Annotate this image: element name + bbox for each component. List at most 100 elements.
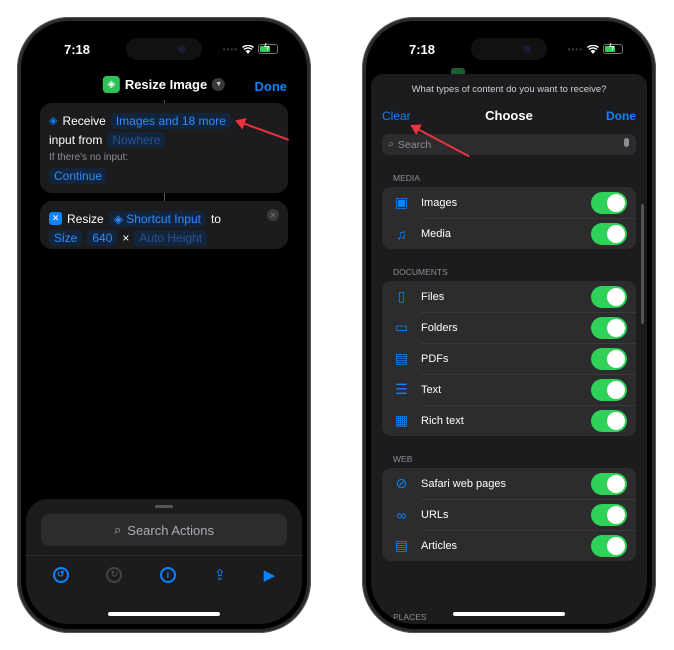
search-icon: ⌕ [388, 138, 394, 150]
toggle-switch[interactable] [591, 503, 627, 526]
toggle-switch[interactable] [591, 409, 627, 432]
list-item: ⊘ Safari web pages [382, 468, 636, 499]
list-item: ∞ URLs [382, 499, 636, 530]
list-item: ▭ Folders [382, 312, 636, 343]
item-label: Safari web pages [421, 477, 506, 490]
text-icon: ☰ [395, 381, 408, 397]
phone-right: 7:18 •••• ϟ What types of content do you… [362, 17, 656, 633]
section-title-web: WEB [393, 454, 413, 464]
file-icon: ▯ [397, 288, 406, 304]
toggle-switch[interactable] [591, 191, 627, 214]
scrollbar[interactable] [641, 204, 644, 324]
item-label: Text [421, 383, 442, 396]
pdf-icon: ▤ [394, 350, 409, 366]
folder-icon: ▭ [394, 319, 409, 335]
actions-sheet: ⌕ Search Actions ↺ ↻ i ⇪ ▶ [26, 499, 302, 624]
height-token[interactable]: Auto Height [134, 229, 208, 246]
search-actions-field[interactable]: ⌕ Search Actions [41, 514, 287, 546]
shortcut-title-menu[interactable]: ◈ Resize Image ▼ [102, 76, 226, 93]
section-group: ▯ Files ▭ Folders ▤ PDFs ☰ Text ▦ Rich t… [382, 281, 636, 436]
toggle-switch[interactable] [591, 534, 627, 557]
item-label: URLs [421, 508, 449, 521]
list-item: ☰ Text [382, 374, 636, 405]
wifi-icon [587, 44, 599, 54]
status-time: 7:18 [409, 42, 436, 57]
editor-toolbar: ↺ ↻ i ⇪ ▶ [26, 555, 302, 593]
toggle-switch[interactable] [591, 378, 627, 401]
sheet-grabber[interactable] [155, 505, 173, 508]
done-button[interactable]: Done [606, 109, 636, 123]
input-from-label: input from [49, 132, 103, 147]
home-indicator [108, 612, 220, 616]
input-token[interactable]: ◈ Shortcut Input [108, 210, 206, 227]
home-indicator [453, 612, 565, 616]
section-title-media: MEDIA [393, 173, 420, 183]
compass-icon: ⊘ [395, 475, 408, 491]
resize-icon: ✕ [49, 212, 62, 225]
undo-icon: ↺ [52, 566, 69, 583]
photo-icon: ▣ [394, 194, 409, 210]
remove-action-button[interactable]: ✕ [267, 209, 279, 221]
wifi-icon [242, 44, 254, 54]
toggle-switch[interactable] [591, 347, 627, 370]
shortcut-app-icon: ◈ [102, 76, 120, 93]
source-token[interactable]: Nowhere [107, 131, 166, 148]
search-field[interactable]: ⌕ Search [382, 134, 636, 155]
resize-label: Resize [67, 211, 104, 226]
share-icon: ⇪ [213, 566, 227, 584]
list-item: ▯ Files [382, 281, 636, 312]
item-label: Files [421, 290, 445, 303]
to-label: to [210, 211, 221, 226]
content-types-screen: 7:18 •••• ϟ What types of content do you… [371, 26, 647, 624]
share-button[interactable]: ⇪ [213, 566, 226, 584]
battery-icon: ϟ [258, 42, 278, 54]
content-types-token[interactable]: Images and 18 more [110, 112, 231, 129]
status-bar: 7:18 •••• ϟ [371, 26, 647, 66]
toggle-switch[interactable] [591, 285, 627, 308]
info-button[interactable]: i [159, 566, 176, 583]
done-button[interactable]: Done [255, 79, 288, 94]
shortcut-editor-screen: 7:18 •••• ϟ ◈ Resize Image ▼ Done ◈ Rece… [26, 26, 302, 624]
redo-icon: ↻ [106, 566, 123, 583]
layers-icon: ◈ [113, 211, 127, 226]
toggle-switch[interactable] [591, 316, 627, 339]
section-group: ▣ Images ♫ Media [382, 187, 636, 249]
phone-left: 7:18 •••• ϟ ◈ Resize Image ▼ Done ◈ Rece… [17, 17, 311, 633]
sheet-question: What types of content do you want to rec… [411, 84, 607, 95]
dynamic-island [126, 38, 202, 60]
status-bar: 7:18 •••• ϟ [26, 26, 302, 66]
item-label: Articles [421, 539, 458, 552]
search-icon: ⌕ [114, 522, 122, 537]
list-item: ▤ Articles [382, 530, 636, 561]
receive-action-card: ◈ Receive Images and 18 more input from … [40, 103, 288, 193]
rich-text-icon: ▦ [394, 412, 409, 428]
times-label: × [122, 230, 130, 245]
no-input-action-token[interactable]: Continue [49, 167, 108, 184]
music-icon: ♫ [396, 225, 407, 242]
microphone-icon[interactable] [624, 138, 629, 147]
connector-line [164, 193, 165, 201]
shortcut-title: Resize Image [124, 77, 208, 92]
list-item: ♫ Media [382, 218, 636, 249]
undo-button[interactable]: ↺ [52, 566, 69, 583]
width-token[interactable]: 640 [87, 229, 118, 246]
toggle-switch[interactable] [591, 472, 627, 495]
dynamic-island [471, 38, 547, 60]
list-item: ▣ Images [382, 187, 636, 218]
signal-icon: •••• [222, 44, 238, 54]
toggle-switch[interactable] [591, 222, 627, 245]
mode-token[interactable]: Size [49, 229, 83, 246]
section-group: ⊘ Safari web pages ∞ URLs ▤ Articles [382, 468, 636, 561]
item-label: Rich text [421, 414, 464, 427]
layers-icon: ◈ [49, 115, 58, 127]
receive-label: Receive [62, 113, 106, 128]
play-icon: ▶ [263, 566, 276, 584]
redo-button[interactable]: ↻ [106, 566, 123, 583]
choose-sheet: What types of content do you want to rec… [371, 74, 647, 624]
no-input-label: If there's no input: [49, 152, 129, 163]
run-button[interactable]: ▶ [264, 566, 276, 584]
list-item: ▦ Rich text [382, 405, 636, 436]
article-icon: ▤ [394, 537, 409, 553]
item-label: Media [421, 227, 451, 240]
list-item: ▤ PDFs [382, 343, 636, 374]
